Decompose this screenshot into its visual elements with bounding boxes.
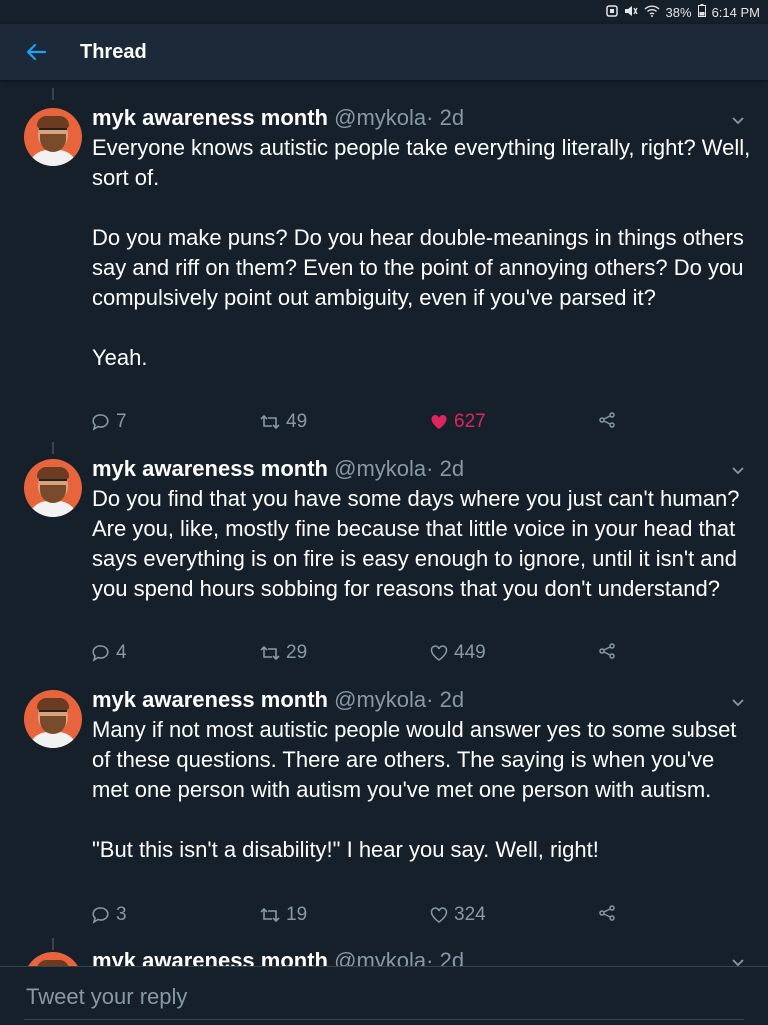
chevron-down-icon[interactable] (730, 954, 746, 966)
reply-button[interactable]: 7 (92, 411, 127, 433)
battery-icon (697, 4, 706, 20)
like-button[interactable]: 324 (430, 904, 486, 926)
author-name[interactable]: myk awareness month (92, 456, 328, 481)
reply-icon (92, 644, 110, 662)
wifi-icon (644, 4, 660, 20)
tweet-actions: 7 49 627 (92, 411, 652, 435)
author-handle[interactable]: @mykola (334, 687, 426, 712)
author-handle[interactable]: @mykola (334, 456, 426, 481)
reply-count: 4 (116, 642, 127, 663)
back-arrow-icon[interactable] (24, 40, 48, 64)
thread-connector (52, 938, 54, 950)
retweet-count: 29 (286, 642, 308, 663)
thread-feed[interactable]: myk awareness month @mykola· 2d Everyone… (0, 80, 768, 966)
tweet-age: 2d (439, 948, 465, 966)
share-icon (598, 411, 616, 429)
mute-icon (624, 5, 638, 20)
reply-underline (24, 1019, 744, 1020)
avatar[interactable] (24, 952, 82, 966)
share-button[interactable] (598, 642, 616, 660)
reply-count: 7 (116, 411, 127, 432)
reply-bar (0, 966, 768, 1025)
heart-icon (430, 906, 448, 924)
reply-icon (92, 906, 110, 924)
retweet-icon (260, 644, 280, 662)
retweet-count: 49 (286, 411, 308, 432)
avatar[interactable] (24, 690, 82, 748)
heart-icon (430, 644, 448, 662)
tweet-header: myk awareness month @mykola· 2d (92, 948, 464, 966)
separator-dot: · (426, 105, 434, 130)
clock: 6:14 PM (711, 4, 760, 20)
share-icon (598, 642, 616, 660)
tweet[interactable]: myk awareness month @mykola· 2d Everyone… (0, 88, 768, 438)
separator-dot: · (426, 948, 434, 966)
reply-icon (92, 413, 110, 431)
author-name[interactable]: myk awareness month (92, 948, 328, 966)
chevron-down-icon[interactable] (730, 462, 746, 478)
like-button[interactable]: 627 (430, 411, 486, 433)
heart-filled-icon (430, 413, 448, 431)
retweet-button[interactable]: 29 (260, 642, 307, 664)
author-handle[interactable]: @mykola (334, 105, 426, 130)
tweet[interactable]: myk awareness month @mykola· 2d Many if … (0, 670, 768, 932)
tweet-text: Do you find that you have some days wher… (92, 486, 745, 601)
notification-icon (605, 4, 618, 20)
tweet-header: myk awareness month @mykola· 2d (92, 105, 464, 131)
tweet-text: Many if not most autistic people would a… (92, 717, 737, 862)
tweet-actions: 3 19 324 (92, 904, 652, 928)
tweet-age: 2d (439, 105, 465, 130)
retweet-button[interactable]: 19 (260, 904, 307, 926)
tweet-actions: 4 29 449 (92, 642, 652, 666)
like-button[interactable]: 449 (430, 642, 486, 664)
thread-connector (52, 442, 54, 454)
retweet-icon (260, 413, 280, 431)
thread-connector (52, 88, 54, 100)
page-title: Thread (80, 40, 147, 63)
separator-dot: · (426, 687, 434, 712)
tweet[interactable]: myk awareness month @mykola· 2d (0, 932, 768, 966)
share-button[interactable] (598, 904, 616, 922)
tweet-header: myk awareness month @mykola· 2d (92, 687, 464, 713)
separator-dot: · (426, 456, 434, 481)
like-count: 324 (454, 904, 486, 925)
battery-percent: 38% (665, 4, 692, 20)
like-count: 627 (454, 411, 486, 432)
retweet-button[interactable]: 49 (260, 411, 307, 433)
reply-button[interactable]: 4 (92, 642, 127, 664)
status-bar: 38% 6:14 PM (0, 0, 768, 24)
app-bar: Thread (0, 24, 768, 80)
tweet-age: 2d (439, 456, 465, 481)
tweet-header: myk awareness month @mykola· 2d (92, 456, 464, 482)
reply-button[interactable]: 3 (92, 904, 127, 926)
reply-input[interactable] (24, 981, 748, 1013)
share-icon (598, 904, 616, 922)
share-button[interactable] (598, 411, 616, 429)
author-handle[interactable]: @mykola (334, 948, 426, 966)
tweet-text: Everyone knows autistic people take ever… (92, 135, 751, 370)
retweet-icon (260, 906, 280, 924)
author-name[interactable]: myk awareness month (92, 687, 328, 712)
reply-count: 3 (116, 904, 127, 925)
like-count: 449 (454, 642, 486, 663)
author-name[interactable]: myk awareness month (92, 105, 328, 130)
avatar[interactable] (24, 108, 82, 166)
avatar[interactable] (24, 459, 82, 517)
retweet-count: 19 (286, 904, 308, 925)
tweet[interactable]: myk awareness month @mykola· 2d Do you f… (0, 438, 768, 670)
chevron-down-icon[interactable] (730, 112, 746, 128)
chevron-down-icon[interactable] (730, 694, 746, 710)
tweet-age: 2d (439, 687, 465, 712)
